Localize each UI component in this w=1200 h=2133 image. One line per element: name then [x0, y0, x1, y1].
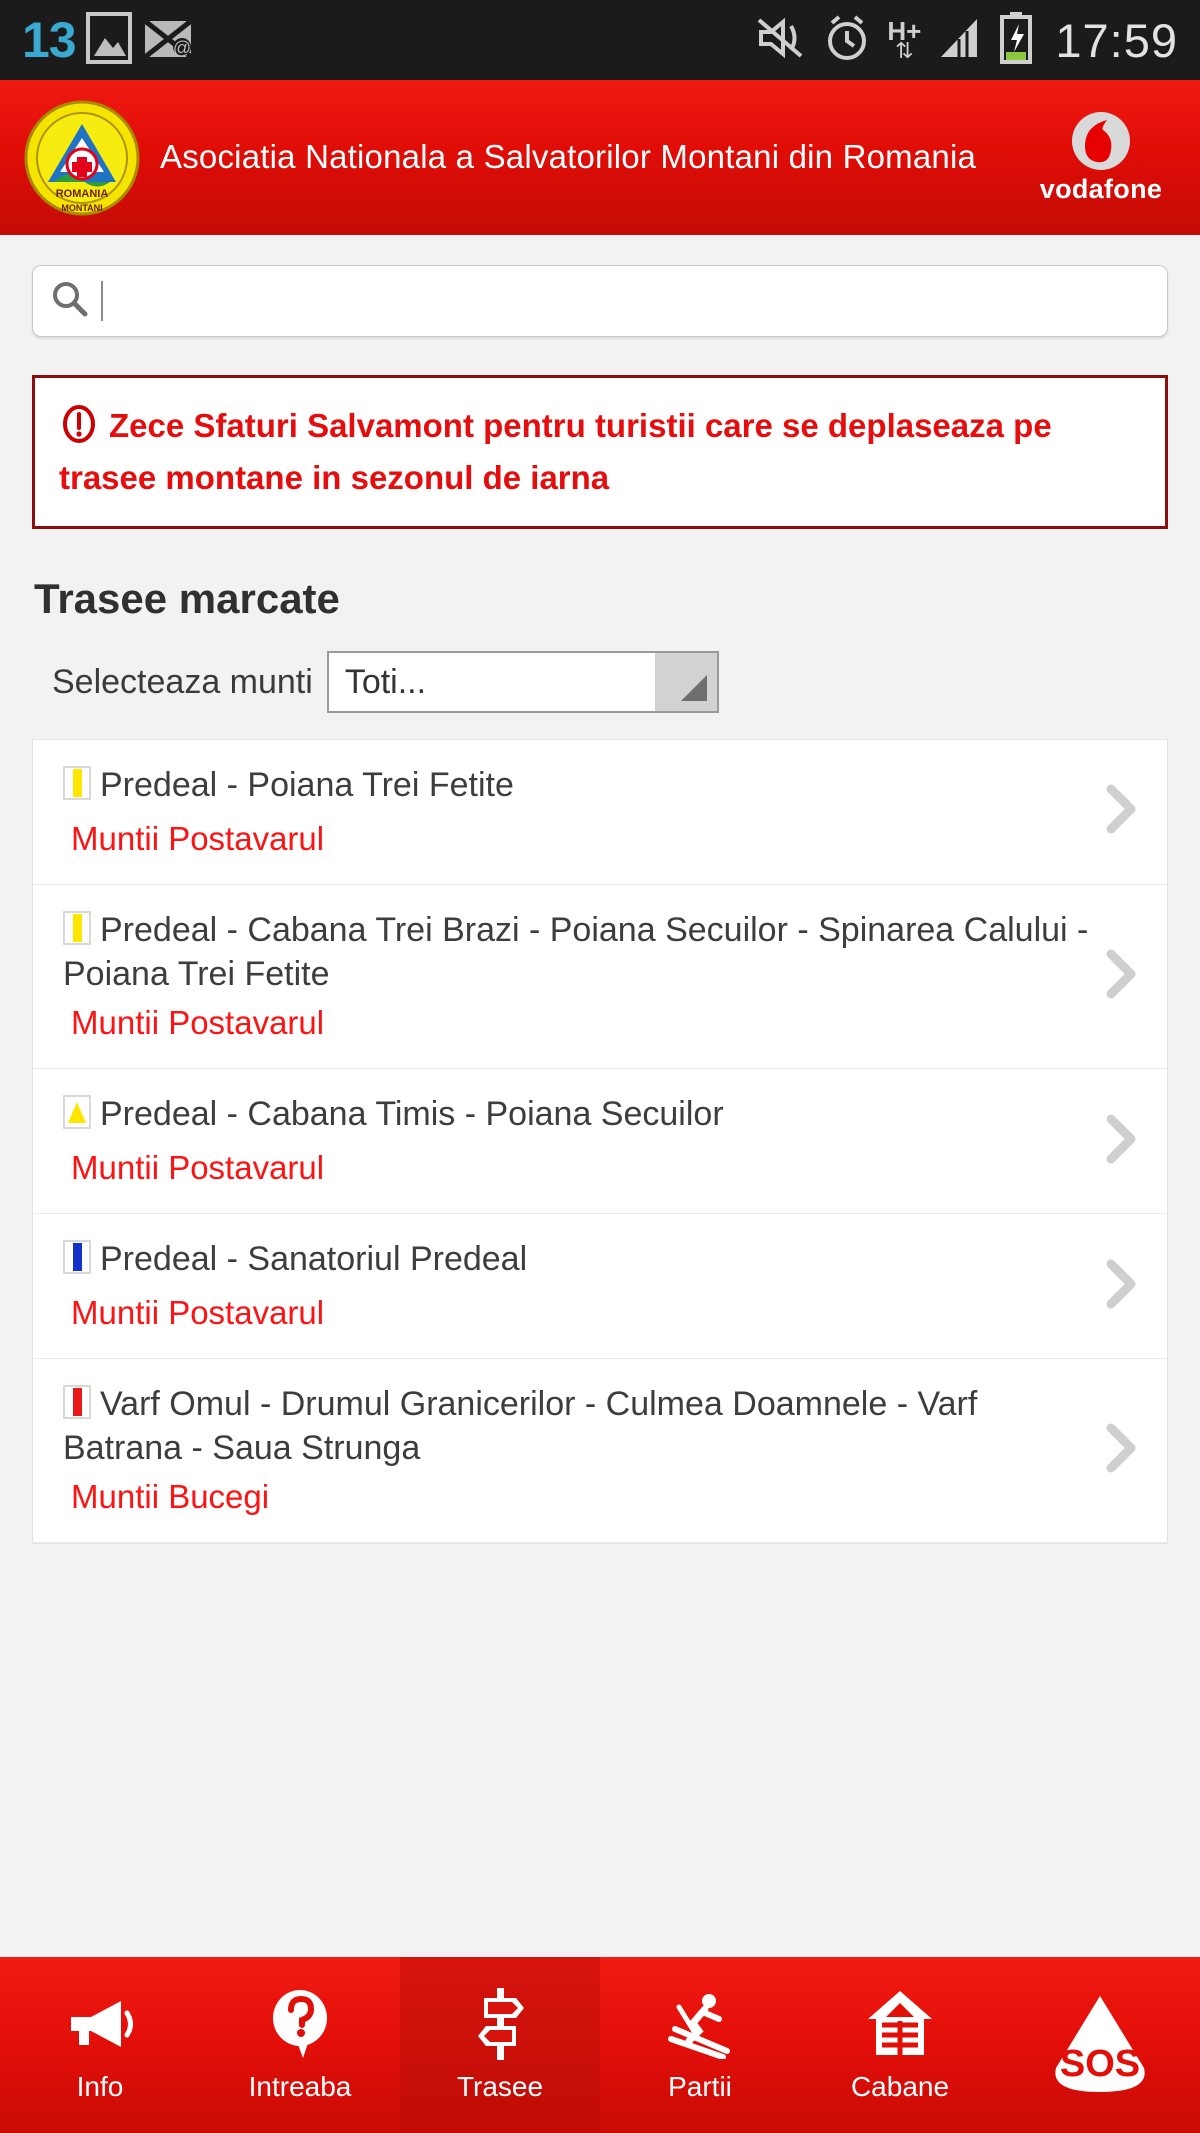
app-screen: 13 @ H+ ⇅ 17:59 — [0, 0, 1200, 2133]
skier-icon — [665, 1987, 735, 2061]
tab-info[interactable]: Info — [0, 1957, 200, 2133]
status-bar-right: H+ ⇅ 17:59 — [755, 12, 1178, 69]
tab-sos[interactable]: SOS — [1000, 1957, 1200, 2133]
alarm-icon — [823, 13, 871, 68]
route-title: Predeal - Sanatoriul Predeal — [100, 1240, 527, 1278]
route-info: Predeal - Sanatoriul Predeal Muntii Post… — [63, 1240, 1091, 1332]
route-title-row: Predeal - Poiana Trei Fetite — [63, 766, 1091, 810]
mountain-filter-row: Selecteaza munti Toti... — [52, 651, 1200, 713]
data-arrows-icon: ⇅ — [895, 42, 913, 61]
tab-label: Trasee — [457, 2071, 543, 2103]
route-info: Predeal - Cabana Trei Brazi - Poiana Sec… — [63, 911, 1091, 1043]
tab-label: Partii — [668, 2071, 732, 2103]
route-title-row: Predeal - Cabana Timis - Poiana Secuilor — [63, 1095, 1091, 1139]
route-title-row: Predeal - Sanatoriul Predeal — [63, 1240, 1091, 1284]
gallery-icon — [86, 12, 132, 69]
route-list: Predeal - Poiana Trei Fetite Muntii Post… — [32, 739, 1168, 1544]
sos-label: SOS — [1060, 2043, 1140, 2085]
svg-text:@: @ — [172, 38, 190, 58]
table-row[interactable]: Predeal - Sanatoriul Predeal Muntii Post… — [33, 1214, 1167, 1359]
signal-icon — [937, 15, 983, 66]
sos-icon: SOS — [1039, 1989, 1161, 2101]
status-bar: 13 @ H+ ⇅ 17:59 — [0, 0, 1200, 80]
route-title: Predeal - Cabana Timis - Poiana Secuilor — [100, 1095, 724, 1133]
salvamont-logo: ROMANIA MONTANI — [24, 100, 140, 216]
mute-icon — [755, 14, 807, 67]
route-mountain: Muntii Postavarul — [63, 1149, 1091, 1187]
tab-label: Info — [77, 2071, 124, 2103]
status-bar-left: 13 @ — [22, 12, 194, 69]
alert-banner-text-row: Zece Sfaturi Salvamont pentru turistii c… — [59, 404, 1137, 500]
chevron-right-icon — [1101, 1420, 1141, 1481]
chevron-right-icon — [1101, 1256, 1141, 1317]
search-input[interactable] — [32, 265, 1168, 337]
vodafone-logo-icon — [1070, 110, 1132, 172]
bottom-navigation: Info Intreaba Trasee Partii — [0, 1957, 1200, 2133]
route-info: Predeal - Poiana Trei Fetite Muntii Post… — [63, 766, 1091, 858]
route-title: Varf Omul - Drumul Granicerilor - Culmea… — [63, 1385, 977, 1467]
stripe-blue-marker-icon — [63, 1240, 91, 1284]
exclamation-circle-icon — [59, 404, 99, 456]
carrier-branding: vodafone — [1026, 110, 1176, 205]
table-row[interactable]: Predeal - Cabana Trei Brazi - Poiana Sec… — [33, 885, 1167, 1070]
signpost-icon — [468, 1987, 532, 2061]
triangle-yellow-marker-icon — [63, 1095, 91, 1139]
page-title: Asociatia Nationala a Salvatorilor Monta… — [160, 137, 1006, 177]
route-mountain: Muntii Postavarul — [63, 1004, 1091, 1042]
app-header: ROMANIA MONTANI Asociatia Nationala a Sa… — [0, 80, 1200, 235]
search-area — [0, 235, 1200, 337]
notification-count: 13 — [22, 15, 76, 65]
stripe-yellow-marker-icon — [63, 766, 91, 810]
mountain-select-value: Toti... — [329, 663, 426, 702]
tab-label: Cabane — [851, 2071, 949, 2103]
tab-trasee[interactable]: Trasee — [400, 1957, 600, 2133]
table-row[interactable]: Varf Omul - Drumul Granicerilor - Culmea… — [33, 1359, 1167, 1544]
battery-charging-icon — [999, 12, 1033, 69]
tab-partii[interactable]: Partii — [600, 1957, 800, 2133]
text-caret — [101, 281, 103, 321]
question-bubble-icon — [269, 1987, 331, 2061]
stripe-yellow-marker-icon — [63, 911, 91, 955]
alert-text: Zece Sfaturi Salvamont pentru turistii c… — [59, 407, 1052, 496]
stripe-red-marker-icon — [63, 1385, 91, 1429]
route-title: Predeal - Poiana Trei Fetite — [100, 766, 514, 804]
svg-text:MONTANI: MONTANI — [61, 203, 102, 213]
mountain-filter-label: Selecteaza munti — [52, 663, 313, 702]
svg-text:ROMANIA: ROMANIA — [56, 188, 109, 200]
search-icon — [51, 280, 89, 323]
alert-banner[interactable]: Zece Sfaturi Salvamont pentru turistii c… — [32, 375, 1168, 529]
clock-time: 17:59 — [1055, 17, 1178, 64]
hplus-data-icon: H+ ⇅ — [887, 20, 921, 61]
chevron-down-icon — [681, 675, 707, 701]
tab-intreaba[interactable]: Intreaba — [200, 1957, 400, 2133]
carrier-name: vodafone — [1040, 174, 1162, 205]
route-title-row: Varf Omul - Drumul Granicerilor - Culmea… — [63, 1385, 1091, 1469]
chevron-right-icon — [1101, 781, 1141, 842]
megaphone-icon — [63, 1987, 137, 2061]
route-info: Varf Omul - Drumul Granicerilor - Culmea… — [63, 1385, 1091, 1517]
route-mountain: Muntii Postavarul — [63, 820, 1091, 858]
email-icon: @ — [142, 15, 194, 66]
page-body: Zece Sfaturi Salvamont pentru turistii c… — [0, 235, 1200, 2133]
route-info: Predeal - Cabana Timis - Poiana Secuilor… — [63, 1095, 1091, 1187]
route-mountain: Muntii Bucegi — [63, 1478, 1091, 1516]
table-row[interactable]: Predeal - Cabana Timis - Poiana Secuilor… — [33, 1069, 1167, 1214]
mountain-select[interactable]: Toti... — [327, 651, 719, 713]
dropdown-arrow-button[interactable] — [655, 653, 717, 711]
route-mountain: Muntii Postavarul — [63, 1294, 1091, 1332]
cabin-icon — [866, 1987, 934, 2061]
route-title-row: Predeal - Cabana Trei Brazi - Poiana Sec… — [63, 911, 1091, 995]
tab-label: Intreaba — [249, 2071, 352, 2103]
chevron-right-icon — [1101, 946, 1141, 1007]
chevron-right-icon — [1101, 1111, 1141, 1172]
section-heading: Trasee marcate — [34, 575, 1200, 623]
tab-cabane[interactable]: Cabane — [800, 1957, 1000, 2133]
table-row[interactable]: Predeal - Poiana Trei Fetite Muntii Post… — [33, 740, 1167, 885]
route-title: Predeal - Cabana Trei Brazi - Poiana Sec… — [63, 911, 1088, 993]
